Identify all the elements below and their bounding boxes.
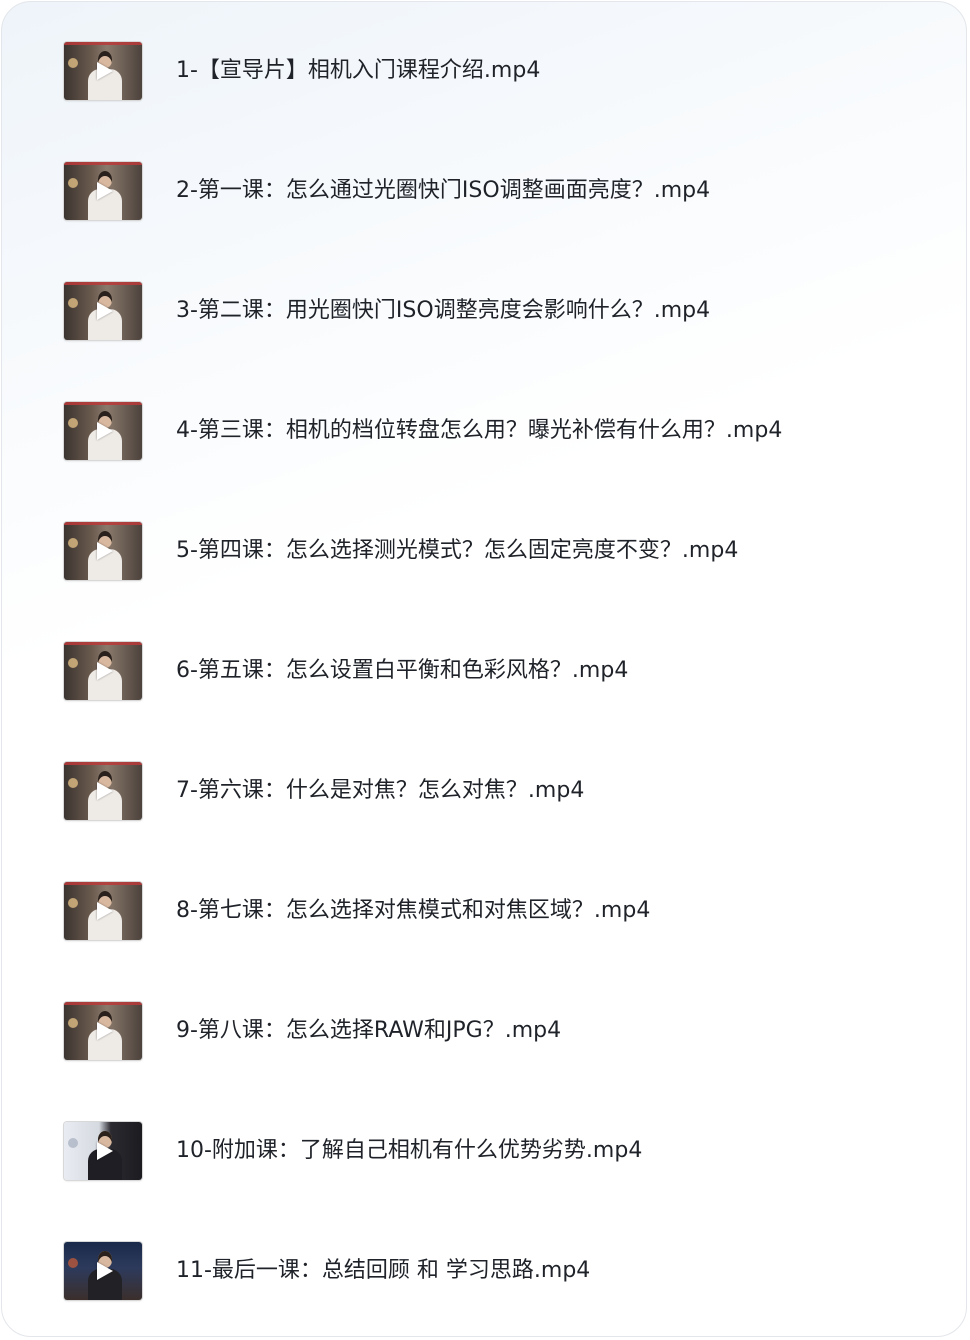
file-row[interactable]: 4-第三课：相机的档位转盘怎么用？曝光补偿有什么用？.mp4	[2, 372, 966, 492]
file-name: 2-第一课：怎么通过光圈快门ISO调整画面亮度？.mp4	[176, 178, 711, 203]
file-name: 10-附加课：了解自己相机有什么优势劣势.mp4	[176, 1138, 643, 1163]
file-row[interactable]: 5-第四课：怎么选择测光模式？怎么固定亮度不变？.mp4	[2, 492, 966, 612]
file-name: 3-第二课：用光圈快门ISO调整亮度会影响什么？.mp4	[176, 298, 711, 323]
play-icon	[97, 782, 113, 800]
file-row[interactable]: 1-【宣导片】相机入门课程介绍.mp4	[2, 12, 966, 132]
play-icon	[97, 182, 113, 200]
file-list: 1-【宣导片】相机入门课程介绍.mp4 2-第一课：怎么通过光圈快门ISO调整画…	[2, 12, 966, 1332]
play-icon	[97, 542, 113, 560]
video-thumbnail-icon	[64, 162, 142, 220]
video-thumbnail-icon	[64, 642, 142, 700]
play-icon	[97, 662, 113, 680]
play-icon	[97, 62, 113, 80]
file-name: 4-第三课：相机的档位转盘怎么用？曝光补偿有什么用？.mp4	[176, 418, 783, 443]
file-row[interactable]: 3-第二课：用光圈快门ISO调整亮度会影响什么？.mp4	[2, 252, 966, 372]
play-icon	[97, 1142, 113, 1160]
video-thumbnail-icon	[64, 882, 142, 940]
play-icon	[97, 902, 113, 920]
file-row[interactable]: 9-第八课：怎么选择RAW和JPG？.mp4	[2, 972, 966, 1092]
file-row[interactable]: 6-第五课：怎么设置白平衡和色彩风格？.mp4	[2, 612, 966, 732]
file-row[interactable]: 8-第七课：怎么选择对焦模式和对焦区域？.mp4	[2, 852, 966, 972]
video-thumbnail-icon	[64, 42, 142, 100]
file-row[interactable]: 10-附加课：了解自己相机有什么优势劣势.mp4	[2, 1092, 966, 1212]
file-name: 7-第六课：什么是对焦？怎么对焦？.mp4	[176, 778, 585, 803]
file-name: 9-第八课：怎么选择RAW和JPG？.mp4	[176, 1018, 562, 1043]
play-icon	[97, 1022, 113, 1040]
file-row[interactable]: 2-第一课：怎么通过光圈快门ISO调整画面亮度？.mp4	[2, 132, 966, 252]
file-name: 6-第五课：怎么设置白平衡和色彩风格？.mp4	[176, 658, 629, 683]
video-thumbnail-icon	[64, 1122, 142, 1180]
video-thumbnail-icon	[64, 762, 142, 820]
video-thumbnail-icon	[64, 1002, 142, 1060]
file-name: 11-最后一课：总结回顾 和 学习思路.mp4	[176, 1258, 591, 1283]
video-thumbnail-icon	[64, 522, 142, 580]
video-thumbnail-icon	[64, 402, 142, 460]
file-row[interactable]: 11-最后一课：总结回顾 和 学习思路.mp4	[2, 1212, 966, 1332]
play-icon	[97, 422, 113, 440]
play-icon	[97, 1262, 113, 1280]
video-thumbnail-icon	[64, 282, 142, 340]
file-name: 8-第七课：怎么选择对焦模式和对焦区域？.mp4	[176, 898, 651, 923]
file-name: 5-第四课：怎么选择测光模式？怎么固定亮度不变？.mp4	[176, 538, 739, 563]
file-list-panel: 1-【宣导片】相机入门课程介绍.mp4 2-第一课：怎么通过光圈快门ISO调整画…	[1, 1, 967, 1337]
file-row[interactable]: 7-第六课：什么是对焦？怎么对焦？.mp4	[2, 732, 966, 852]
video-thumbnail-icon	[64, 1242, 142, 1300]
file-name: 1-【宣导片】相机入门课程介绍.mp4	[176, 58, 541, 83]
play-icon	[97, 302, 113, 320]
